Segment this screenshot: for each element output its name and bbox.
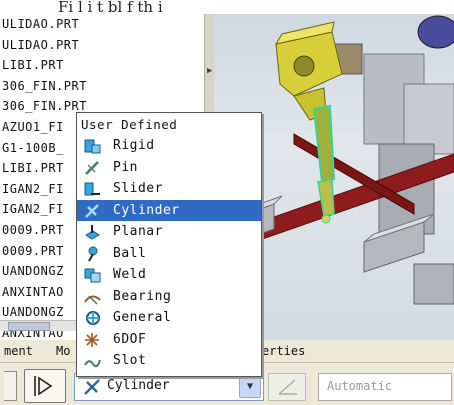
menu-item-weld[interactable]: Weld	[77, 264, 261, 286]
constraint-type-select[interactable]: Automatic	[318, 373, 452, 401]
menu-item-label: Planar	[113, 224, 163, 239]
tree-item[interactable]: LIBI.PRT	[0, 55, 204, 76]
menu-item-label: Pin	[113, 159, 138, 175]
menu-item-general[interactable]: General	[77, 307, 261, 329]
collapse-arrow-icon[interactable]: ▶	[207, 66, 212, 76]
tube-part	[413, 263, 454, 305]
tab-motion[interactable]: Mo	[56, 340, 70, 362]
menu-item-pin[interactable]: Pin	[77, 157, 261, 179]
menu-header: User Defined	[77, 113, 261, 135]
connection-type-value: Cylinder	[107, 378, 170, 393]
menu-item-label: Bearing	[113, 288, 172, 304]
menu-item-6dof[interactable]: 6DOF	[77, 329, 261, 351]
link-tip	[321, 214, 331, 224]
highlighted-link	[312, 104, 336, 184]
toolbar-button[interactable]	[4, 371, 17, 401]
pin-icon	[83, 159, 101, 176]
tree-item[interactable]: ULIDAO.PRT	[0, 35, 204, 56]
motor-part	[417, 15, 454, 49]
scrollbar-thumb[interactable]	[8, 322, 50, 331]
menu-item-label: General	[113, 310, 172, 325]
flip-direction-button[interactable]	[24, 369, 66, 403]
constraint-type-value: Automatic	[327, 379, 393, 393]
caption-text: Fi l i t bl f th i	[0, 0, 454, 14]
cylinder-icon	[84, 379, 100, 395]
tree-item[interactable]: ULIDAO.PRT	[0, 14, 204, 35]
connection-type-select[interactable]: Cylinder ▼	[74, 373, 264, 401]
chevron-down-icon[interactable]: ▼	[239, 376, 261, 398]
menu-item-cylinder[interactable]: Cylinder	[77, 199, 261, 221]
menu-item-label: Rigid	[113, 138, 155, 153]
rigid-icon	[83, 137, 101, 154]
tab-placement[interactable]: ment	[4, 340, 33, 362]
ball-icon	[83, 245, 101, 262]
slider-icon	[83, 180, 101, 197]
menu-item-slider[interactable]: Slider	[77, 178, 261, 200]
connection-type-dropdown[interactable]: User Defined Rigid Pin Slider Cylinder Plana…	[76, 112, 262, 377]
tab-properties[interactable]: erties	[262, 340, 305, 362]
tree-item[interactable]: 306_FIN.PRT	[0, 76, 204, 97]
planar-icon	[83, 223, 101, 240]
menu-item-label: Slot	[113, 353, 147, 368]
slot-icon	[83, 352, 101, 369]
disabled-tool-button[interactable]	[268, 373, 306, 401]
menu-header-label: User Defined	[81, 117, 178, 132]
menu-item-label: Cylinder	[113, 202, 180, 218]
menu-item-label: Slider	[113, 181, 163, 196]
6dof-icon	[83, 331, 101, 348]
menu-item-slot[interactable]: Slot	[77, 350, 261, 372]
menu-item-label: 6DOF	[113, 331, 147, 347]
menu-item-rigid[interactable]: Rigid	[77, 135, 261, 157]
menu-item-bearing[interactable]: Bearing	[77, 286, 261, 308]
cylinder-icon	[83, 202, 101, 219]
general-icon	[83, 309, 101, 326]
weld-icon	[83, 266, 101, 283]
menu-item-ball[interactable]: Ball	[77, 243, 261, 265]
menu-item-label: Ball	[113, 245, 147, 261]
bearing-icon	[83, 288, 101, 305]
menu-item-label: Weld	[113, 267, 147, 282]
menu-item-planar[interactable]: Planar	[77, 221, 261, 243]
angle-icon	[278, 379, 297, 395]
flip-icon	[34, 376, 53, 396]
yellow-part-hole	[293, 55, 315, 77]
